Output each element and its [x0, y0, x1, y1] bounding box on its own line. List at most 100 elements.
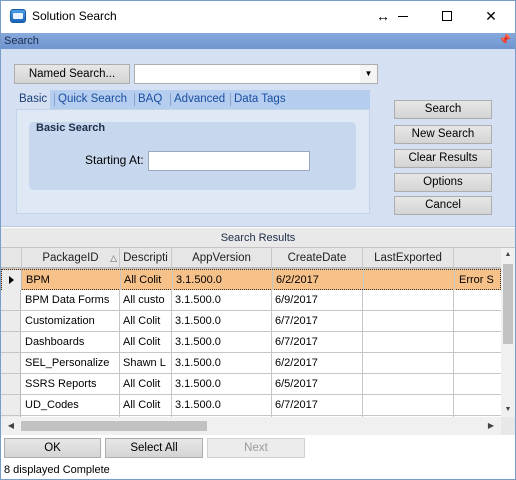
cell-description: Shawn L	[120, 353, 172, 373]
search-results-title: Search Results	[1, 228, 515, 248]
search-panel-header: Search 📌	[1, 33, 515, 49]
ok-button[interactable]: OK	[4, 438, 101, 458]
tab-advanced[interactable]: Advanced	[171, 90, 228, 109]
cell-description: All Colit	[120, 374, 172, 394]
cancel-button[interactable]: Cancel	[394, 196, 492, 215]
table-row[interactable]: SEL_Personalize Shawn L 3.1.500.0 6/2/20…	[1, 353, 501, 374]
column-header-createdate[interactable]: CreateDate	[272, 248, 363, 268]
column-header-packageid[interactable]: PackageID △	[22, 248, 120, 268]
row-selector[interactable]	[1, 332, 21, 352]
cell-appversion: 3.1.500.0	[172, 290, 272, 310]
cell-next	[454, 374, 501, 394]
cell-lastexported	[363, 353, 454, 373]
cell-createdate: 6/7/2017	[272, 395, 363, 415]
cell-description: All Colit	[121, 270, 173, 290]
cell-appversion: 3.1.500.0	[172, 353, 272, 373]
current-row-icon	[9, 276, 14, 284]
pin-icon[interactable]: 📌	[499, 34, 511, 48]
row-selector[interactable]	[1, 290, 21, 310]
cell-description: All Colit	[120, 332, 172, 352]
column-header-lastexported[interactable]: LastExported	[363, 248, 454, 268]
scroll-down-icon[interactable]: ▼	[501, 403, 515, 417]
cell-next: Error S	[459, 274, 494, 286]
cell-createdate: 6/7/2017	[272, 332, 363, 352]
options-button[interactable]: Options	[394, 173, 492, 192]
row-selector[interactable]	[1, 311, 21, 331]
basic-search-group: Basic Search Starting At:	[29, 122, 356, 190]
basic-search-group-title: Basic Search	[36, 122, 106, 134]
horizontal-scroll-thumb[interactable]	[21, 421, 207, 431]
table-row[interactable]: Dashboards All Colit 3.1.500.0 6/7/2017	[1, 332, 501, 353]
sort-ascending-icon: △	[110, 253, 117, 263]
cell-packageid: Dashboards	[22, 332, 120, 352]
search-panel: Named Search... ▼ Basic Quick Search BAQ…	[1, 49, 515, 227]
table-row[interactable]: BPM All Colit 3.1.500.0 6/2/2017 Error S	[1, 269, 501, 290]
cell-appversion: 3.1.500.0	[172, 332, 272, 352]
cell-next	[454, 311, 501, 331]
vertical-scroll-thumb[interactable]	[503, 264, 513, 344]
row-selector[interactable]	[1, 374, 21, 394]
cell-createdate: 6/5/2017	[272, 374, 363, 394]
cell-packageid: SEL_Personalize	[22, 353, 120, 373]
column-header-appversion[interactable]: AppVersion	[172, 248, 272, 268]
cell-description: All custo	[120, 290, 172, 310]
tab-basic[interactable]: Basic	[16, 90, 51, 109]
scroll-right-icon[interactable]: ▶	[484, 419, 498, 433]
tab-quick-search[interactable]: Quick Search	[55, 90, 130, 109]
title-bar[interactable]: Solution Search ↔ ✕	[1, 1, 515, 32]
search-button[interactable]: Search	[394, 100, 492, 119]
solution-search-window: Solution Search ↔ ✕ Search 📌 Named Searc…	[0, 0, 516, 480]
row-selector[interactable]	[1, 353, 21, 373]
select-all-button[interactable]: Select All	[105, 438, 203, 458]
new-search-button[interactable]: New Search	[394, 125, 492, 144]
table-row[interactable]: BPM Data Forms All custo 3.1.500.0 6/9/2…	[1, 290, 501, 311]
cell-description: All Colit	[120, 395, 172, 415]
scroll-left-icon[interactable]: ◀	[4, 419, 18, 433]
maximize-icon	[442, 11, 452, 21]
clear-results-button[interactable]: Clear Results	[394, 149, 492, 168]
minimize-button[interactable]	[381, 1, 425, 32]
cell-lastexported	[364, 270, 455, 290]
cell-packageid: UD_Codes	[22, 395, 120, 415]
scrollbar-corner	[501, 417, 515, 435]
grid-body: BPM All Colit 3.1.500.0 6/2/2017 Error S…	[1, 269, 501, 417]
search-tabs: Basic Quick Search BAQ Advanced Data Tag…	[16, 90, 370, 109]
row-selector[interactable]	[1, 395, 21, 415]
close-icon: ✕	[485, 8, 497, 24]
tab-data-tags[interactable]: Data Tags	[231, 90, 289, 109]
table-row[interactable]: UD_Codes All Colit 3.1.500.0 6/7/2017	[1, 395, 501, 416]
table-row[interactable]: Customization All Colit 3.1.500.0 6/7/20…	[1, 311, 501, 332]
row-selector-header	[1, 248, 22, 268]
named-search-dropdown[interactable]: ▼	[134, 64, 378, 84]
horizontal-scrollbar[interactable]: ◀ ▶	[1, 417, 501, 435]
search-panel-title: Search	[4, 35, 39, 47]
tab-baq[interactable]: BAQ	[135, 90, 165, 109]
column-header-description[interactable]: Descripti	[120, 248, 172, 268]
cell-next	[454, 290, 501, 310]
maximize-button[interactable]	[425, 1, 469, 32]
starting-at-input[interactable]	[148, 151, 310, 171]
cell-createdate: 6/2/2017	[273, 270, 364, 290]
basic-tab-content: Basic Search Starting At:	[16, 109, 370, 214]
named-search-button[interactable]: Named Search...	[14, 64, 130, 84]
minimize-icon	[398, 16, 408, 17]
close-button[interactable]: ✕	[469, 1, 513, 32]
grid-header-row: PackageID △ Descripti AppVersion CreateDa…	[1, 248, 514, 268]
row-selector[interactable]	[2, 270, 22, 290]
cell-appversion: 3.1.500.0	[172, 311, 272, 331]
cell-appversion: 3.1.500.0	[172, 374, 272, 394]
table-row[interactable]: SSRS Reports All Colit 3.1.500.0 6/5/201…	[1, 374, 501, 395]
cell-lastexported	[363, 395, 454, 415]
cell-lastexported	[363, 374, 454, 394]
scroll-up-icon[interactable]: ▲	[501, 248, 515, 262]
cell-createdate: 6/9/2017	[272, 290, 363, 310]
starting-at-label: Starting At:	[85, 153, 144, 167]
cell-createdate: 6/2/2017	[272, 353, 363, 373]
cell-next	[454, 395, 501, 415]
cell-description: All Colit	[120, 311, 172, 331]
cell-lastexported	[363, 290, 454, 310]
next-button[interactable]: Next	[207, 438, 305, 458]
vertical-scrollbar[interactable]: ▲ ▼	[501, 248, 515, 417]
solution-search-app-icon	[10, 9, 26, 23]
chevron-down-icon[interactable]: ▼	[360, 65, 377, 83]
